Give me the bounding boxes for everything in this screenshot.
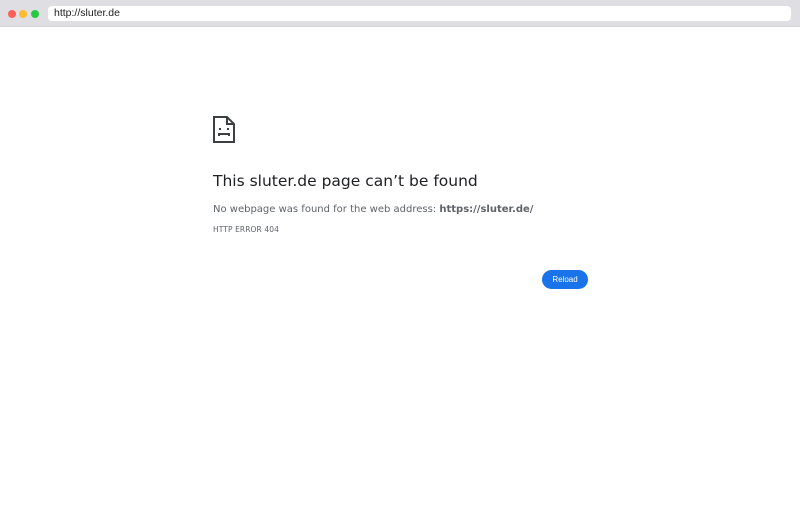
error-code: HTTP ERROR 404	[213, 225, 279, 234]
error-heading: This sluter.de page can’t be found	[213, 172, 478, 190]
minimize-window-button[interactable]	[19, 10, 27, 18]
browser-window: http://sluter.de This sluter.de page can…	[0, 0, 800, 528]
description-text: No webpage was found for the web address…	[213, 204, 440, 215]
error-description: No webpage was found for the web address…	[213, 203, 593, 217]
reload-button[interactable]: Reload	[542, 270, 588, 289]
sad-page-icon	[213, 116, 235, 143]
web-address: https://sluter.de/	[439, 204, 534, 215]
close-window-button[interactable]	[8, 10, 16, 18]
error-content: This sluter.de page can’t be found No we…	[213, 116, 593, 235]
maximize-window-button[interactable]	[31, 10, 39, 18]
title-bar: http://sluter.de	[0, 0, 800, 27]
address-bar[interactable]: http://sluter.de	[48, 6, 791, 21]
